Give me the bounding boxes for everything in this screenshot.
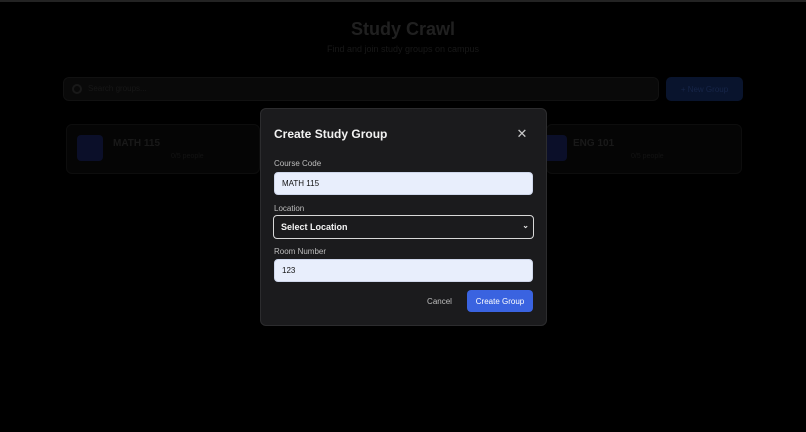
location-selected-value: Select Location xyxy=(281,222,348,232)
create-group-dialog: Create Study Group ✕ Course Code Locatio… xyxy=(260,108,547,326)
course-code-input[interactable] xyxy=(274,172,533,195)
location-label: Location xyxy=(274,204,305,213)
room-number-label: Room Number xyxy=(274,247,327,256)
close-icon[interactable]: ✕ xyxy=(515,127,529,141)
chevron-down-icon: ⌄ xyxy=(522,221,529,230)
create-group-button[interactable]: Create Group xyxy=(467,290,533,312)
location-select[interactable]: Select Location ⌄ xyxy=(273,215,534,239)
course-code-label: Course Code xyxy=(274,159,322,168)
room-number-input[interactable] xyxy=(274,259,533,282)
cancel-button[interactable]: Cancel xyxy=(420,290,459,312)
dialog-title: Create Study Group xyxy=(274,127,388,141)
